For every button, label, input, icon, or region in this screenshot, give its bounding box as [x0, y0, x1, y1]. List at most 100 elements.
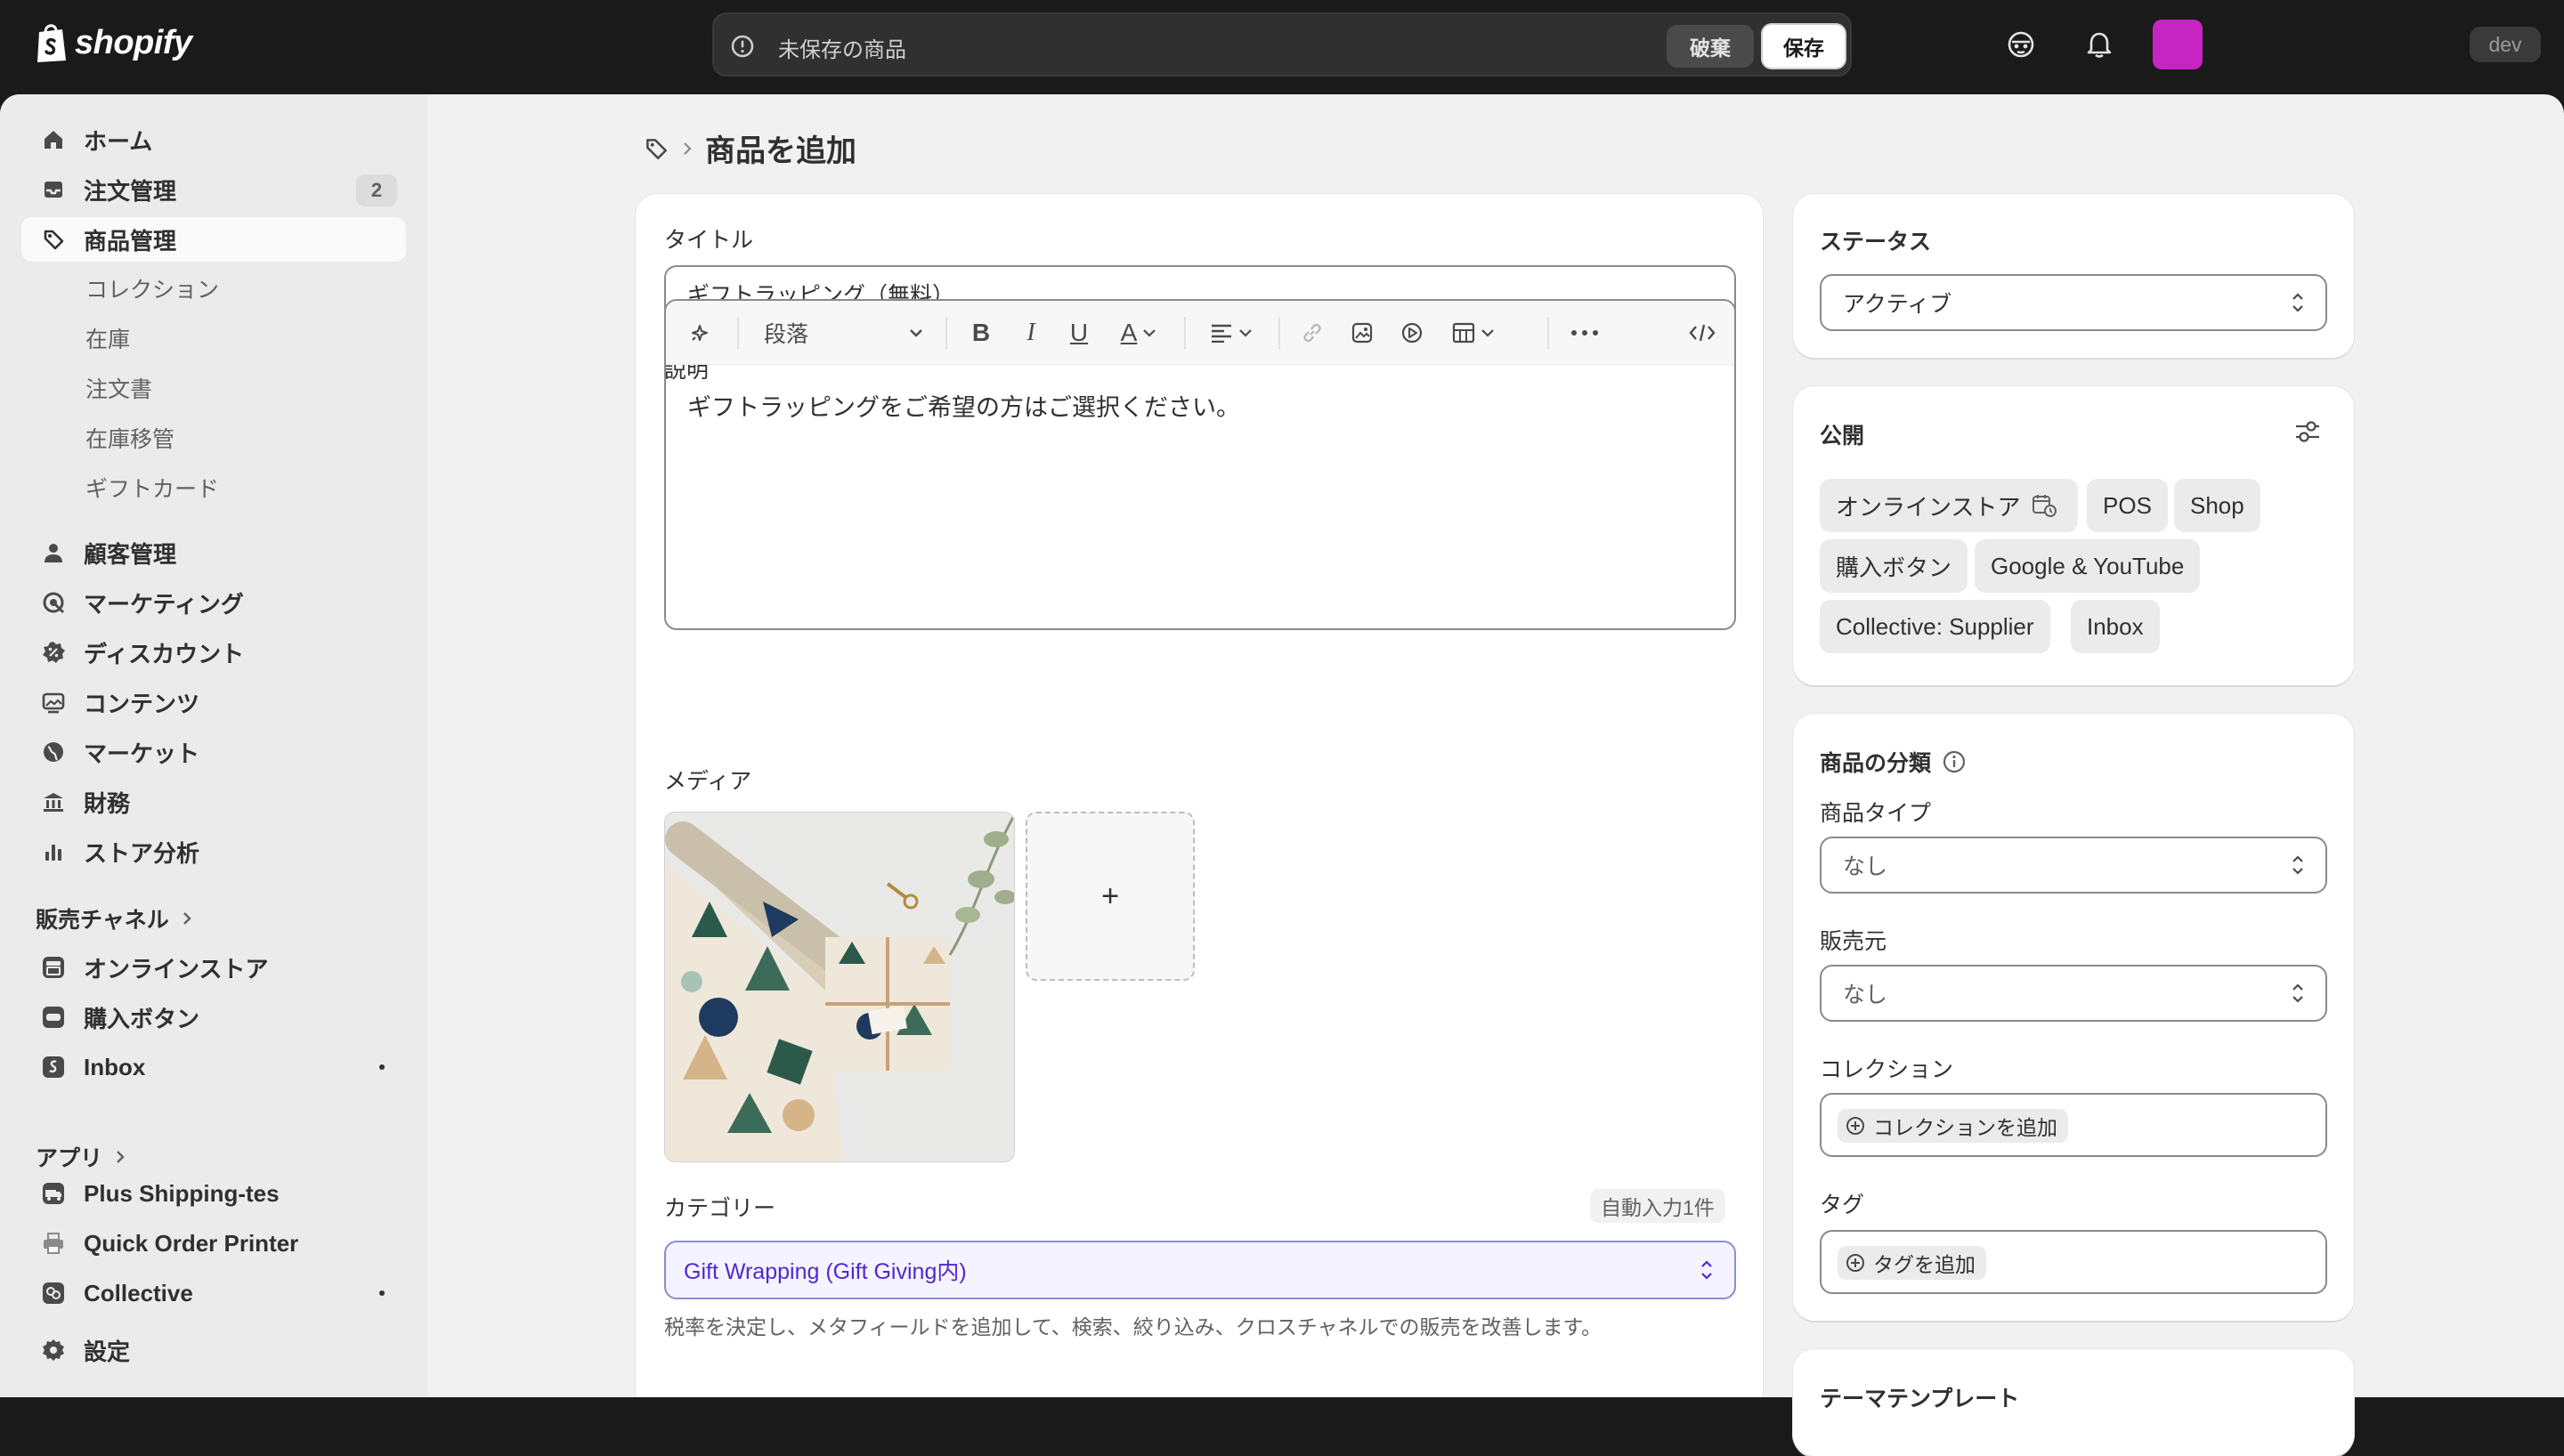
sidebar-item-home[interactable]: ホーム	[21, 117, 406, 162]
unsaved-message: 未保存の商品	[778, 38, 906, 62]
chart-icon	[37, 836, 69, 868]
select-chevron-icon	[2292, 855, 2303, 875]
sidebar-item-collective[interactable]: Collective	[21, 1271, 406, 1315]
gift-wrap-photo	[665, 813, 1014, 1161]
channel-chip-inbox[interactable]: Inbox	[2071, 600, 2160, 653]
channel-chip-pos[interactable]: POS	[2087, 479, 2168, 532]
sidebar-subitem-gift-cards[interactable]: ギフトカード	[85, 466, 219, 509]
product-image[interactable]	[664, 812, 1015, 1162]
sidekick-icon[interactable]	[2003, 27, 2039, 62]
italic-icon[interactable]: I	[1015, 317, 1047, 349]
sidebar-item-analytics[interactable]: ストア分析	[21, 829, 406, 874]
sales-channels-heading[interactable]: 販売チャネル	[36, 902, 192, 934]
sidebar-item-finance[interactable]: 財務	[21, 780, 406, 824]
editor-toolbar: 段落 B I U A	[666, 301, 1734, 365]
sidebar-item-content[interactable]: コンテンツ	[21, 680, 406, 724]
plus-circle-icon	[1846, 1117, 1864, 1135]
channel-chip-label: オンラインストア	[1836, 493, 2021, 521]
media-label: メディア	[664, 769, 752, 794]
chevron-down-icon	[1481, 329, 1494, 337]
product-type-value: なし	[1843, 854, 1888, 879]
code-view-icon[interactable]	[1684, 317, 1720, 349]
publishing-card: 公開 オンラインストア POS Shop 購入ボタン Google & YouT…	[1793, 386, 2354, 685]
channel-chip-google-youtube[interactable]: Google & YouTube	[1975, 539, 2201, 593]
buy-button-icon	[37, 1001, 69, 1033]
select-chevron-icon	[2292, 293, 2303, 312]
channel-chip-online-store[interactable]: オンラインストア	[1820, 479, 2078, 532]
sidebar-item-products[interactable]: 商品管理	[21, 217, 406, 262]
vendor-select[interactable]: なし	[1820, 965, 2327, 1022]
add-collection-label: コレクションを追加	[1873, 1116, 2057, 1139]
text-color-icon[interactable]: A	[1111, 317, 1166, 349]
align-icon[interactable]	[1204, 317, 1259, 349]
sidebar-item-label: ホーム	[84, 127, 153, 155]
image-insert-icon[interactable]	[1346, 317, 1378, 349]
sidebar-item-label: マーケット	[84, 740, 200, 767]
sidebar-item-label: ディスカウント	[84, 640, 245, 667]
description-text[interactable]: ギフトラッピングをご希望の方はご選択ください。	[687, 388, 1240, 423]
table-icon[interactable]	[1446, 317, 1501, 349]
person-icon	[37, 537, 69, 569]
save-button[interactable]: 保存	[1761, 23, 1846, 69]
sidebar-item-label: オンラインストア	[84, 955, 269, 983]
image-icon	[37, 686, 69, 718]
status-select[interactable]: アクティブ	[1820, 274, 2327, 331]
video-icon[interactable]	[1396, 317, 1428, 349]
avatar[interactable]	[2153, 20, 2203, 69]
chevron-right-icon	[684, 142, 692, 155]
info-icon[interactable]	[1942, 749, 1967, 774]
settings-sliders-icon[interactable]	[2293, 418, 2322, 445]
select-chevron-icon	[2292, 983, 2303, 1003]
sidebar-item-buy-button[interactable]: 購入ボタン	[21, 995, 406, 1039]
product-type-select[interactable]: なし	[1820, 837, 2327, 894]
alert-circle-icon	[731, 35, 754, 58]
category-select[interactable]: Gift Wrapping (Gift Giving内)	[664, 1241, 1736, 1299]
channel-chip-shop[interactable]: Shop	[2174, 479, 2260, 532]
sidebar-item-customers[interactable]: 顧客管理	[21, 530, 406, 575]
sidebar-item-settings[interactable]: 設定	[21, 1328, 406, 1372]
bank-icon	[37, 786, 69, 818]
organization-heading: 商品の分類	[1820, 746, 1967, 778]
add-media-button[interactable]: +	[1026, 812, 1195, 981]
discard-button[interactable]: 破棄	[1667, 25, 1754, 68]
sidebar-item-quick-order-printer[interactable]: Quick Order Printer	[21, 1221, 406, 1266]
channel-chip-collective-supplier[interactable]: Collective: Supplier	[1820, 600, 2050, 653]
category-help-text: 税率を決定し、メタフィールドを追加して、検索、絞り込み、クロスチャネルでの販売を…	[664, 1315, 1602, 1339]
top-bar: shopify 未保存の商品 破棄 保存 dev	[0, 0, 2564, 94]
more-icon[interactable]	[1567, 317, 1602, 349]
sidebar-item-online-store[interactable]: オンラインストア	[21, 945, 406, 990]
add-collection-button[interactable]: コレクションを追加	[1838, 1109, 2068, 1143]
sidebar-subitem-transfers[interactable]: 在庫移管	[85, 417, 174, 459]
apps-heading[interactable]: アプリ	[36, 1141, 126, 1173]
sidebar-item-orders[interactable]: 注文管理 2	[21, 167, 406, 212]
format-select[interactable]: 段落	[764, 317, 924, 349]
sidebar-item-label: Plus Shipping-tes	[84, 1179, 280, 1207]
shipping-app-icon	[37, 1177, 69, 1209]
bell-icon[interactable]	[2081, 27, 2117, 62]
channel-chip-buy-button[interactable]: 購入ボタン	[1820, 539, 1968, 593]
tags-field[interactable]: タグを追加	[1820, 1230, 2327, 1294]
sidebar-item-discounts[interactable]: ディスカウント	[21, 630, 406, 675]
vendor-value: なし	[1843, 983, 1888, 1007]
description-editor[interactable]: 段落 B I U A ギフトラッピングをご希望の方はご選択ください。	[664, 299, 1736, 630]
env-badge: dev	[2470, 27, 2541, 62]
underline-icon[interactable]: U	[1063, 317, 1095, 349]
tag-icon	[37, 223, 69, 255]
sidebar-item-plus-shipping[interactable]: Plus Shipping-tes	[21, 1171, 406, 1216]
sidebar-subitem-collections[interactable]: コレクション	[85, 267, 219, 310]
magic-sparkle-icon[interactable]	[684, 317, 716, 349]
sidebar-subitem-purchase-orders[interactable]: 注文書	[85, 367, 152, 409]
sidebar-item-inbox[interactable]: Inbox	[21, 1045, 406, 1089]
sidebar-item-marketing[interactable]: マーケティング	[21, 580, 406, 625]
shopify-logo[interactable]: shopify	[34, 21, 192, 64]
collective-app-icon	[37, 1277, 69, 1309]
chevron-right-icon	[183, 912, 191, 925]
tag-icon[interactable]	[643, 135, 669, 162]
add-tag-button[interactable]: タグを追加	[1838, 1246, 1986, 1280]
bold-icon[interactable]: B	[965, 317, 997, 349]
chevron-down-icon	[1239, 329, 1252, 337]
collections-field[interactable]: コレクションを追加	[1820, 1093, 2327, 1157]
link-icon[interactable]	[1296, 317, 1328, 349]
sidebar-subitem-inventory[interactable]: 在庫	[85, 317, 130, 360]
sidebar-item-markets[interactable]: マーケット	[21, 730, 406, 774]
